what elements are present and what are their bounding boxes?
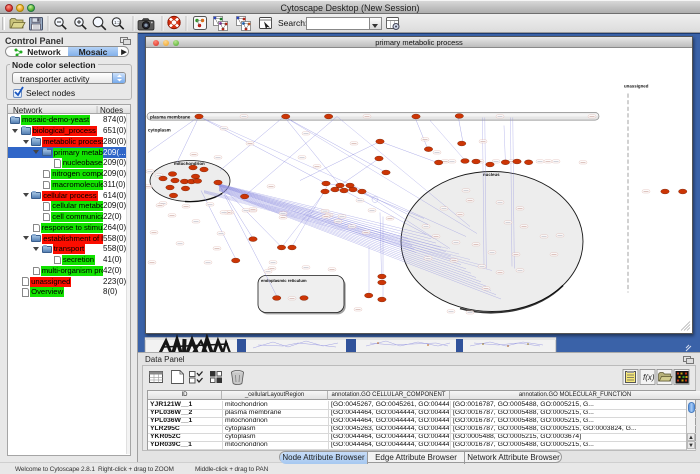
svg-text:unassigned: unassigned: [624, 83, 649, 88]
svg-text:mitochondrion: mitochondrion: [174, 161, 205, 166]
svg-text:f(x): f(x): [643, 373, 655, 382]
svg-text:Search:: Search:: [278, 18, 307, 28]
svg-text:1:1: 1:1: [114, 20, 121, 25]
svg-text:cytoplasm: cytoplasm: [148, 127, 171, 132]
svg-text:plasma membrane: plasma membrane: [150, 114, 191, 119]
